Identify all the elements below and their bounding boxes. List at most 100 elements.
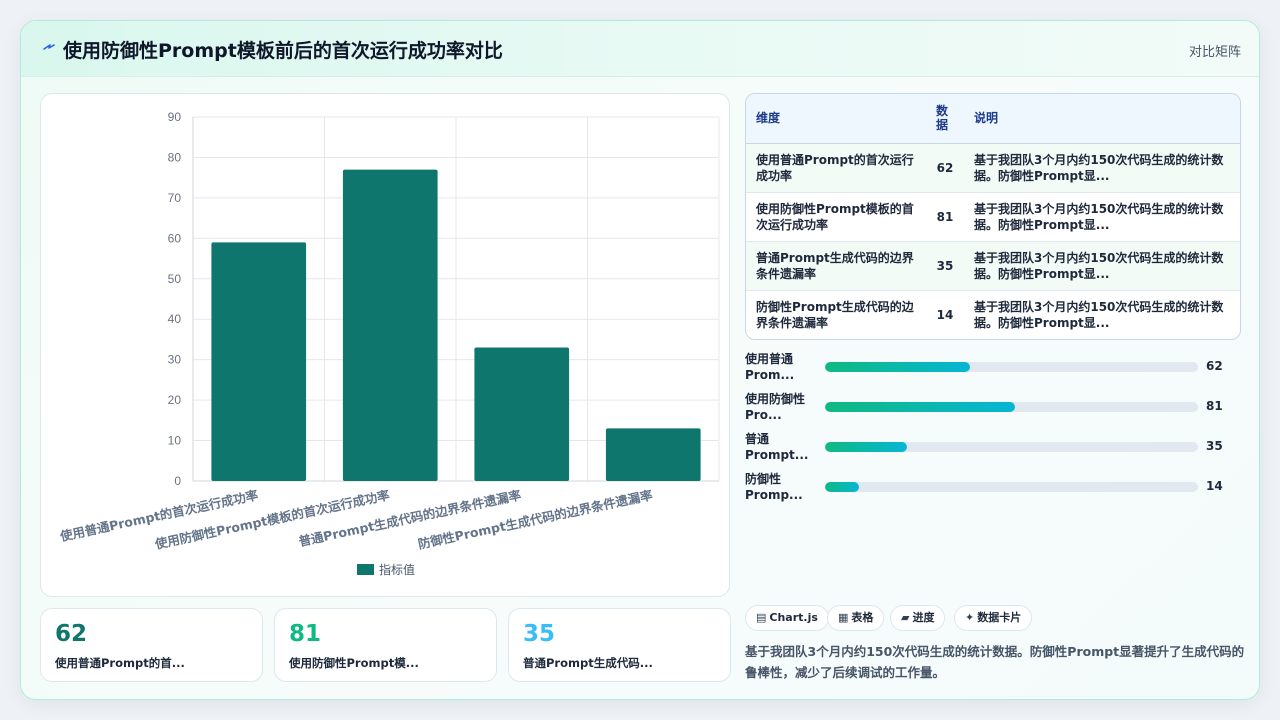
table-cell-value: 81 [926, 192, 964, 242]
dimension-text: 普通Prompt生成代码的边界条件遗漏率 [756, 250, 914, 281]
progress-label-line2: Prompt... [745, 448, 809, 462]
progress-value: 62 [1206, 359, 1223, 373]
y-tick-label: 10 [168, 434, 182, 448]
main-card: 使用防御性Prompt模板前后的首次运行成功率对比 对比矩阵 0 10 20 30 40… [20, 20, 1260, 700]
progress-track [825, 402, 1198, 412]
table-cell-dimension: 普通Prompt生成代码的边界条件遗漏率 [746, 241, 926, 291]
dimension-text: 使用防御性Prompt模板的首次运行成功率 [756, 201, 914, 232]
table-cell-note: 基于我团队3个月内约150次代码生成的统计数据。防御性Prompt显... [964, 290, 1240, 339]
tag-label: 表格 [851, 611, 874, 624]
progress-label: 使用防御性 Pro... [745, 391, 815, 423]
bar-chart: 0102030405060708090使用普通Prompt的首次运行成功率使用防… [58, 110, 720, 577]
progress-label: 普通 Prompt... [745, 431, 815, 463]
tag-sparkle[interactable]: ✦ 数据卡片 [954, 605, 1033, 631]
progress-icon: ▰ [901, 611, 910, 624]
legend-swatch[interactable] [357, 564, 374, 575]
progress-fill [825, 362, 971, 372]
progress-track [825, 442, 1198, 452]
table-header-dimension: 维度 [746, 94, 926, 144]
stat-label: 使用防御性Prompt模... [289, 656, 419, 670]
progress-label-line1: 普通 [745, 432, 770, 446]
view-mode-label[interactable]: 对比矩阵 [1189, 41, 1241, 60]
table-cell-value: 35 [926, 241, 964, 291]
table-row: 防御性Prompt生成代码的边界条件遗漏率 14 基于我团队3个月内约150次代码生… [746, 290, 1240, 339]
note-text: 基于我团队3个月内约150次代码生成的统计数据。防御性Prompt显... [974, 250, 1224, 281]
x-tick-label: 防御性Prompt生成代码的边界条件遗漏率 [417, 487, 655, 552]
table-header-row: 维度 数据 说明 [746, 94, 1240, 144]
tag-progress[interactable]: ▰ 进度 [890, 605, 946, 631]
header-bar: 使用防御性Prompt模板前后的首次运行成功率对比 对比矩阵 [21, 21, 1259, 77]
stat-value: 35 [523, 621, 556, 647]
sparkle-icon: ✦ [965, 611, 975, 624]
table-row: 使用普通Prompt的首次运行成功率 62 基于我团队3个月内约150次代码生成的统… [746, 143, 1240, 193]
y-tick-label: 20 [168, 393, 182, 407]
stat-card: 35 普通Prompt生成代码... [508, 608, 731, 682]
dimension-text: 使用普通Prompt的首次运行成功率 [756, 152, 914, 183]
progress-fill [825, 402, 1016, 412]
chart-icon: ▤ [756, 611, 767, 624]
stat-label: 普通Prompt生成代码... [523, 656, 653, 670]
description-text: 基于我团队3个月内约150次代码生成的统计数据。防御性Prompt显著提升了生成… [745, 644, 1245, 680]
stat-value: 81 [289, 621, 322, 647]
table-header-value: 数据 [926, 94, 964, 144]
progress-track [825, 362, 1198, 372]
note-text: 基于我团队3个月内约150次代码生成的统计数据。防御性Prompt显... [974, 152, 1224, 183]
y-tick-label: 50 [168, 272, 182, 286]
progress-row: 使用防御性 Pro... 81 [745, 391, 1241, 431]
progress-label: 使用普通 Prom... [745, 351, 815, 383]
table-cell-dimension: 防御性Prompt生成代码的边界条件遗漏率 [746, 290, 926, 339]
table-header-note: 说明 [964, 94, 1240, 144]
dimension-text: 防御性Prompt生成代码的边界条件遗漏率 [756, 299, 914, 330]
bar[interactable] [211, 242, 307, 481]
tag-label: Chart.js [769, 611, 818, 624]
data-table: 维度 数据 说明 使用普通Prompt的首次运行成功率 62 基于我团队3个月内约1… [746, 94, 1240, 339]
tag-chart[interactable]: ▤ Chart.js [745, 605, 829, 631]
page-title: 使用防御性Prompt模板前后的首次运行成功率对比 [63, 40, 503, 62]
x-tick-label: 普通Prompt生成代码的边界条件遗漏率 [297, 487, 523, 549]
y-tick-label: 0 [174, 474, 181, 488]
progress-value: 14 [1206, 479, 1223, 493]
progress-track [825, 482, 1198, 492]
y-tick-label: 80 [168, 150, 182, 164]
tag-label: 进度 [912, 611, 935, 624]
progress-label: 防御性 Promp... [745, 471, 815, 503]
progress-value: 81 [1206, 399, 1223, 413]
legend-label[interactable]: 指标值 [379, 562, 415, 577]
progress-row: 普通 Prompt... 35 [745, 431, 1241, 471]
progress-label-line2: Pro... [745, 408, 782, 422]
table-cell-dimension: 使用防御性Prompt模板的首次运行成功率 [746, 192, 926, 242]
table-cell-value: 14 [936, 307, 954, 322]
table-cell-note: 基于我团队3个月内约150次代码生成的统计数据。防御性Prompt显... [964, 143, 1240, 193]
y-tick-label: 40 [168, 312, 182, 326]
table-cell-value: 62 [926, 143, 964, 193]
stat-card: 81 使用防御性Prompt模... [274, 608, 497, 682]
bar[interactable] [342, 169, 438, 482]
table-header-value-text: 数据 [936, 104, 949, 133]
stat-value: 62 [55, 621, 88, 647]
table-cell-note: 基于我团队3个月内约150次代码生成的统计数据。防御性Prompt显... [964, 241, 1240, 291]
table-icon: ▦ [838, 611, 849, 624]
progress-row: 使用普通 Prom... 62 [745, 351, 1241, 391]
progress-row: 防御性 Promp... 14 [745, 471, 1241, 511]
data-table-panel: 维度 数据 说明 使用普通Prompt的首次运行成功率 62 基于我团队3个月内约1… [745, 93, 1241, 340]
progress-label-line2: Promp... [745, 488, 803, 502]
table-row: 普通Prompt生成代码的边界条件遗漏率 35 基于我团队3个月内约150次代码生成… [746, 241, 1240, 291]
y-tick-label: 30 [168, 353, 182, 367]
tag-table[interactable]: ▦ 表格 [827, 605, 885, 631]
table-cell-dimension: 使用普通Prompt的首次运行成功率 [746, 143, 926, 193]
tag-label: 数据卡片 [977, 611, 1022, 624]
progress-label-line1: 使用防御性 [745, 392, 806, 406]
bar[interactable] [474, 347, 570, 481]
progress-value: 35 [1206, 439, 1223, 453]
bar[interactable] [605, 428, 701, 481]
progress-list: 使用普通 Prom... 62 使用防御性 Pro... 81 普通 Prompt... 35 防… [745, 351, 1241, 511]
table-row: 使用防御性Prompt模板的首次运行成功率 81 基于我团队3个月内约150次代码生… [746, 192, 1240, 242]
progress-label-line1: 防御性 [745, 472, 782, 486]
progress-fill [825, 442, 908, 452]
y-tick-label: 70 [168, 191, 182, 205]
note-text: 基于我团队3个月内约150次代码生成的统计数据。防御性Prompt显... [974, 201, 1224, 232]
progress-label-line2: Prom... [745, 368, 795, 382]
stat-card: 62 使用普通Prompt的首... [40, 608, 263, 682]
progress-label-line1: 使用普通 [745, 352, 794, 366]
bar-chart-panel: 0 10 20 30 40 50 60 70 80 90 使用普通Prompt的首次运行成功率 使用防… [40, 93, 730, 597]
